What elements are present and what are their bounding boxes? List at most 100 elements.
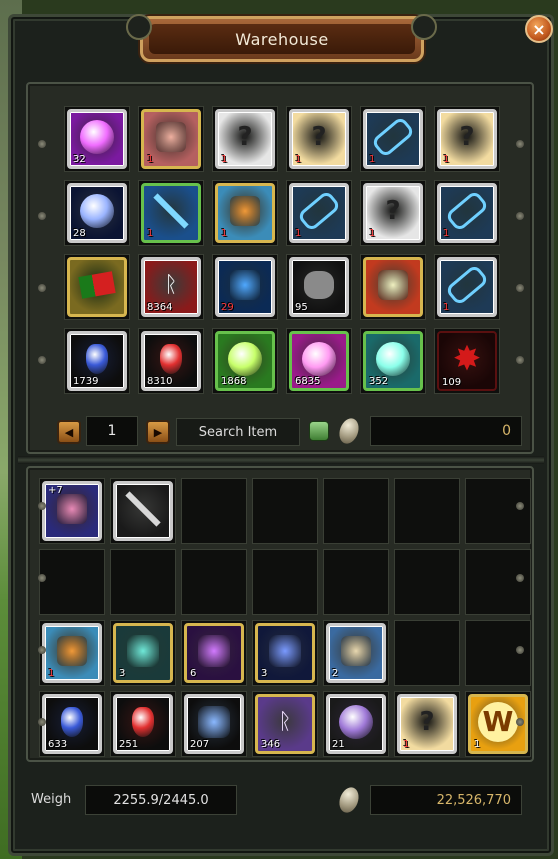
inventory-item[interactable]: 3 [255,623,315,683]
inventory-item[interactable]: +7 [42,481,102,541]
inventory-item[interactable]: 1 [42,623,102,683]
inventory-slot[interactable]: ᚱ 346 [252,691,318,757]
warehouse-slot[interactable]: 29 [212,254,278,320]
warehouse-slot[interactable]: ᚱ 8364 [138,254,204,320]
warehouse-slot[interactable] [360,254,426,320]
warehouse-item[interactable]: ᚱ 8364 [141,257,201,317]
title-bar[interactable]: Warehouse [140,16,424,62]
warehouse-item[interactable]: ✸ 109 [437,331,497,391]
warehouse-item[interactable]: ? 1 [437,109,497,169]
close-button[interactable]: × [525,15,553,43]
warehouse-item[interactable]: 28 [67,183,127,243]
inventory-item[interactable]: 2 [326,623,386,683]
inventory-slot[interactable] [323,549,389,615]
inventory-slot[interactable]: ? 1 [394,691,460,757]
warehouse-item[interactable]: 1 [141,109,201,169]
warehouse-slot[interactable]: ✸ 109 [434,328,500,394]
warehouse-item[interactable]: ? 1 [215,109,275,169]
inventory-slot[interactable] [394,549,460,615]
inventory-slot[interactable]: 21 [323,691,389,757]
warehouse-item[interactable]: 1 [289,183,349,243]
inventory-slot[interactable] [465,549,531,615]
search-item-button[interactable]: Search Item [176,418,300,446]
warehouse-slot[interactable]: 1 [286,180,352,246]
inventory-slot[interactable] [394,620,460,686]
warehouse-slot[interactable]: 8310 [138,328,204,394]
warehouse-gold-field[interactable]: 0 [370,416,522,446]
warehouse-slot[interactable]: 1 [138,180,204,246]
inventory-slot[interactable]: 2 [323,620,389,686]
warehouse-slot[interactable]: 1739 [64,328,130,394]
warehouse-slot[interactable]: 1 [212,180,278,246]
warehouse-slot[interactable]: 28 [64,180,130,246]
inventory-slot[interactable] [181,478,247,544]
warehouse-slot[interactable]: ? 1 [286,106,352,172]
prev-page-button[interactable]: ◀ [57,420,81,444]
warehouse-slot[interactable]: 352 [360,328,426,394]
warehouse-item[interactable]: 1868 [215,331,275,391]
inventory-slot[interactable]: 251 [110,691,176,757]
inventory-slot[interactable] [110,478,176,544]
inventory-slot[interactable] [39,549,105,615]
search-icon[interactable] [309,421,329,441]
warehouse-item[interactable] [363,257,423,317]
warehouse-slot[interactable]: 95 [286,254,352,320]
inventory-slot[interactable] [181,549,247,615]
inventory-item[interactable]: 3 [113,623,173,683]
inventory-item[interactable] [113,481,173,541]
weight-label: Weigh [31,792,72,807]
warehouse-item[interactable]: ? 1 [363,183,423,243]
inventory-item[interactable]: 207 [184,694,244,754]
inventory-slot[interactable]: 3 [252,620,318,686]
inventory-item[interactable]: 6 [184,623,244,683]
warehouse-slot[interactable] [64,254,130,320]
warehouse-slot[interactable]: ? 1 [212,106,278,172]
warehouse-slot[interactable]: 32 [64,106,130,172]
inventory-slot[interactable]: +7 [39,478,105,544]
inventory-slot[interactable] [465,478,531,544]
warehouse-item[interactable]: 95 [289,257,349,317]
warehouse-item[interactable]: 1 [437,183,497,243]
warehouse-slot[interactable]: 1 [434,180,500,246]
warehouse-item[interactable] [67,257,127,317]
rivet-icon [516,212,524,220]
inventory-slot[interactable] [394,478,460,544]
purple-rune-icon: ᚱ [278,709,292,735]
warehouse-slot[interactable]: ? 1 [360,180,426,246]
inventory-slot[interactable] [323,478,389,544]
warehouse-item[interactable]: 1 [363,109,423,169]
item-quantity: 1 [147,154,154,165]
inventory-slot[interactable] [252,549,318,615]
inventory-item[interactable]: 251 [113,694,173,754]
warehouse-item[interactable]: 6835 [289,331,349,391]
inventory-item[interactable]: ᚱ 346 [255,694,315,754]
inventory-slot[interactable]: 6 [181,620,247,686]
warehouse-slot[interactable]: 1 [360,106,426,172]
warehouse-item[interactable]: 352 [363,331,423,391]
inventory-slot[interactable] [110,549,176,615]
scroll-swirl-icon [230,195,260,226]
warehouse-item[interactable]: ? 1 [289,109,349,169]
inventory-slot[interactable]: 1 [39,620,105,686]
warehouse-item[interactable]: 1 [141,183,201,243]
inventory-item[interactable]: 633 [42,694,102,754]
inventory-slot[interactable]: 207 [181,691,247,757]
warehouse-item[interactable]: 1 [215,183,275,243]
inventory-item[interactable]: 21 [326,694,386,754]
warehouse-slot[interactable]: ? 1 [434,106,500,172]
warehouse-item[interactable]: 1739 [67,331,127,391]
warehouse-item[interactable]: 32 [67,109,127,169]
inventory-slot[interactable] [252,478,318,544]
inventory-slot[interactable]: 633 [39,691,105,757]
warehouse-slot[interactable]: 1868 [212,328,278,394]
next-page-button[interactable]: ▶ [146,420,170,444]
warehouse-slot[interactable]: 1 [138,106,204,172]
warehouse-slot[interactable]: 1 [434,254,500,320]
warehouse-item[interactable]: 8310 [141,331,201,391]
sword-icon [125,491,161,527]
inventory-item[interactable]: ? 1 [397,694,457,754]
warehouse-item[interactable]: 29 [215,257,275,317]
inventory-slot[interactable]: 3 [110,620,176,686]
warehouse-slot[interactable]: 6835 [286,328,352,394]
warehouse-item[interactable]: 1 [437,257,497,317]
